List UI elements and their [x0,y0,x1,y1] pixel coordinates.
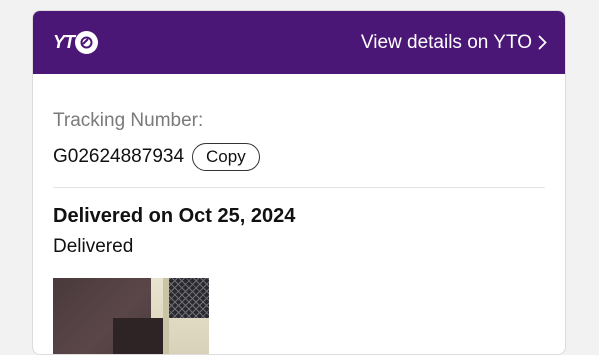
view-details-link[interactable]: View details on YTO [361,32,547,54]
delivery-status-subtitle: Delivered [53,236,134,257]
tracking-number: G02624887934 [53,146,185,167]
delivery-status-title: Delivered on Oct 25, 2024 [53,205,296,227]
yto-logo-text: YT [53,32,75,52]
chevron-right-icon [538,35,547,50]
tracking-card: YT View details on YTO Tracking Number: … [32,10,566,355]
yto-logo-icon [75,31,99,54]
tracking-number-label: Tracking Number: [53,110,204,131]
view-details-label: View details on YTO [360,31,532,53]
copy-button[interactable]: Copy [192,143,260,171]
yto-logo: YT [53,31,99,54]
carrier-header: YT View details on YTO [33,11,565,74]
divider [53,187,545,188]
delivery-photo[interactable] [53,278,209,354]
tracking-number-row: G02624887934 Copy [53,143,545,171]
tracking-body: Tracking Number: G02624887934 Copy Deliv… [33,74,565,354]
